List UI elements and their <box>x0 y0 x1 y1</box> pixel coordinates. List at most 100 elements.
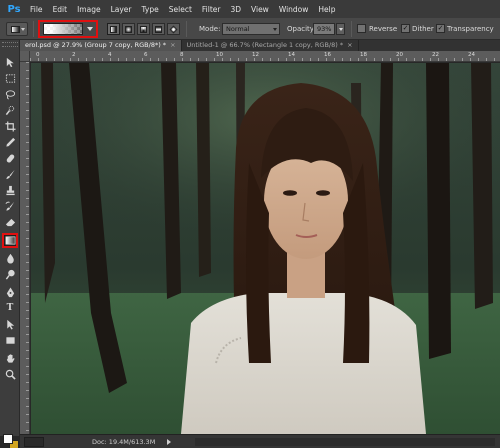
path-select-tool[interactable] <box>3 318 17 331</box>
lasso-tool[interactable] <box>3 88 17 101</box>
status-menu-arrow-icon[interactable] <box>167 438 172 445</box>
zoom-level-field[interactable] <box>24 436 44 447</box>
ruler-number: 22 <box>432 52 439 58</box>
menu-type[interactable]: Type <box>137 5 164 14</box>
status-bar: Doc: 19.4M/613.3M <box>20 434 500 448</box>
menu-layer[interactable]: Layer <box>106 5 137 14</box>
tab-untitled-1[interactable]: Untitled-1 @ 66.7% (Rectangle 1 copy, RG… <box>182 40 359 51</box>
healing-brush-tool[interactable] <box>3 152 17 165</box>
opacity-dropdown[interactable] <box>336 23 345 35</box>
divider <box>351 21 352 37</box>
brush-tool[interactable] <box>3 168 17 181</box>
tab-erol-psd[interactable]: erol.psd @ 27.9% (Group 7 copy, RGB/8*) … <box>20 40 182 51</box>
opacity-label: Opacity: <box>287 25 316 33</box>
chevron-down-icon <box>273 28 277 31</box>
horizontal-scrollbar[interactable] <box>195 438 495 446</box>
healing-brush-icon <box>6 154 14 163</box>
dodge-icon <box>5 269 15 280</box>
menu-select[interactable]: Select <box>164 5 197 14</box>
history-brush-icon <box>4 201 14 211</box>
mode-select[interactable]: Normal <box>222 23 280 35</box>
reverse-checkbox[interactable] <box>357 24 366 33</box>
hand-icon <box>6 354 15 363</box>
chevron-down-icon <box>339 28 343 31</box>
eraser-tool[interactable] <box>3 216 17 229</box>
ruler-number: 8 <box>180 52 184 58</box>
document-tabs: erol.psd @ 27.9% (Group 7 copy, RGB/8*) … <box>20 40 500 51</box>
blur-icon <box>6 253 14 264</box>
ruler-ticks <box>26 62 29 434</box>
zoom-tool[interactable] <box>3 368 17 381</box>
brush-icon <box>5 169 15 180</box>
blur-tool[interactable] <box>3 252 17 265</box>
menu-edit[interactable]: Edit <box>48 5 73 14</box>
linear-gradient-button[interactable] <box>107 23 120 35</box>
ruler-number: 10 <box>216 52 223 58</box>
tab-label: Untitled-1 @ 66.7% (Rectangle 1 copy, RG… <box>186 41 344 49</box>
ruler-ticks <box>30 58 500 61</box>
options-bar: Mode: Normal Opacity: 93% Reverse ✓ Dith… <box>0 18 500 40</box>
crop-tool[interactable] <box>3 120 17 133</box>
menu-view[interactable]: View <box>246 5 274 14</box>
opacity-value: 93% <box>317 25 332 33</box>
angle-gradient-button[interactable] <box>137 23 150 35</box>
dither-label: Dither <box>412 25 434 33</box>
clone-stamp-icon <box>5 185 15 196</box>
checkmark-icon: ✓ <box>437 24 444 32</box>
diamond-gradient-icon <box>169 25 178 33</box>
menu-image[interactable]: Image <box>72 5 106 14</box>
clone-stamp-tool[interactable] <box>3 184 17 197</box>
transparency-label: Transparency <box>447 25 494 33</box>
menu-3d[interactable]: 3D <box>225 5 246 14</box>
tab-label: erol.psd @ 27.9% (Group 7 copy, RGB/8*) … <box>25 41 167 49</box>
close-icon[interactable]: × <box>347 41 352 49</box>
menu-filter[interactable]: Filter <box>197 5 226 14</box>
eyedropper-tool[interactable] <box>3 136 17 149</box>
document-canvas[interactable] <box>31 63 500 434</box>
photo-forest-portrait <box>31 63 500 434</box>
reflected-gradient-button[interactable] <box>152 23 165 35</box>
divider <box>33 21 34 37</box>
lasso-icon <box>5 90 15 100</box>
pen-icon <box>6 287 14 298</box>
dither-checkbox[interactable]: ✓ <box>401 24 410 33</box>
transparency-checkbox[interactable]: ✓ <box>436 24 445 33</box>
move-tool[interactable] <box>3 56 17 69</box>
menu-file[interactable]: File <box>25 5 48 14</box>
history-brush-tool[interactable] <box>3 200 17 213</box>
ruler-number: 20 <box>396 52 403 58</box>
tool-preset-picker[interactable] <box>6 22 28 36</box>
quick-select-tool[interactable] <box>3 104 17 117</box>
path-select-icon <box>6 319 14 330</box>
ruler-number: 14 <box>288 52 295 58</box>
reflected-gradient-icon <box>155 25 162 33</box>
ruler-number: 0 <box>36 52 40 58</box>
gradient-tool[interactable] <box>2 233 18 248</box>
zoom-icon <box>5 369 16 380</box>
radial-gradient-icon <box>125 25 132 33</box>
pen-tool[interactable] <box>3 286 17 299</box>
toolbox-grip[interactable] <box>2 42 18 47</box>
close-icon[interactable]: × <box>170 41 175 49</box>
diamond-gradient-button[interactable] <box>167 23 180 35</box>
ruler-number: 24 <box>468 52 475 58</box>
menu-window[interactable]: Window <box>274 5 314 14</box>
rectangle-tool[interactable] <box>3 334 17 347</box>
vertical-ruler[interactable] <box>20 62 30 434</box>
dodge-tool[interactable] <box>3 268 17 281</box>
ruler-origin[interactable] <box>20 51 30 62</box>
radial-gradient-button[interactable] <box>122 23 135 35</box>
photoshop-logo: Ps <box>7 3 21 15</box>
foreground-color-swatch[interactable] <box>3 434 13 444</box>
type-tool[interactable]: T <box>3 302 17 315</box>
divider <box>186 21 187 37</box>
opacity-input[interactable]: 93% <box>313 23 335 35</box>
gradient-icon <box>5 236 15 245</box>
gradient-tool-icon <box>11 26 20 33</box>
hand-tool[interactable] <box>3 352 17 365</box>
linear-gradient-icon <box>110 25 117 33</box>
ruler-number: 12 <box>252 52 259 58</box>
marquee-tool[interactable] <box>3 72 17 85</box>
menu-help[interactable]: Help <box>313 5 340 14</box>
horizontal-ruler[interactable]: 0 2 4 6 8 10 12 14 16 18 20 22 24 <box>30 51 500 62</box>
